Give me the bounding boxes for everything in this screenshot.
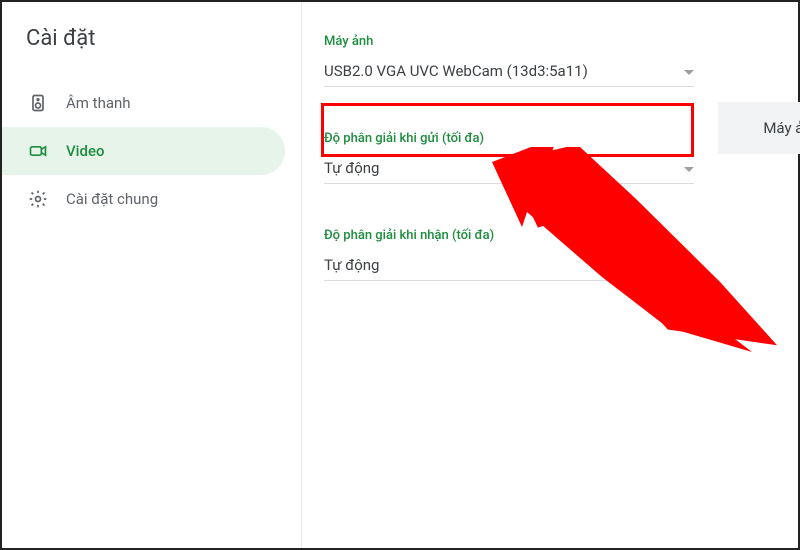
camera-setting: Máy ảnh USB2.0 VGA UVC WebCam (13d3:5a11… — [324, 34, 694, 87]
camera-dropdown[interactable]: USB2.0 VGA UVC WebCam (13d3:5a11) — [324, 55, 694, 87]
receive-resolution-dropdown[interactable]: Tự động — [324, 249, 694, 281]
sidebar: Cài đặt Âm thanh Video — [2, 2, 302, 548]
sidebar-title: Cài đặt — [2, 26, 301, 79]
sidebar-item-label: Video — [66, 142, 105, 160]
preview-label: Máy ảnh đ — [763, 119, 800, 137]
main-content: Máy ảnh USB2.0 VGA UVC WebCam (13d3:5a11… — [302, 2, 798, 548]
receive-resolution-setting: Độ phân giải khi nhận (tối đa) Tự động — [324, 228, 694, 281]
send-resolution-setting: Độ phân giải khi gửi (tối đa) Tự động — [324, 131, 694, 184]
sidebar-item-label: Cài đặt chung — [66, 190, 158, 208]
send-resolution-value: Tự động — [324, 159, 379, 177]
gear-icon — [26, 187, 50, 211]
chevron-down-icon — [684, 158, 694, 177]
sidebar-item-general[interactable]: Cài đặt chung — [2, 175, 285, 223]
chevron-down-icon — [684, 61, 694, 80]
sidebar-item-video[interactable]: Video — [2, 127, 285, 175]
video-icon — [26, 139, 50, 163]
chevron-down-icon — [684, 255, 694, 274]
receive-resolution-label: Độ phân giải khi nhận (tối đa) — [324, 228, 694, 243]
camera-label: Máy ảnh — [324, 34, 694, 49]
receive-resolution-value: Tự động — [324, 256, 379, 274]
send-resolution-label: Độ phân giải khi gửi (tối đa) — [324, 131, 694, 146]
camera-preview-panel: Máy ảnh đ — [718, 102, 800, 154]
sidebar-item-audio[interactable]: Âm thanh — [2, 79, 285, 127]
sidebar-item-label: Âm thanh — [66, 94, 131, 112]
send-resolution-dropdown[interactable]: Tự động — [324, 152, 694, 184]
camera-value: USB2.0 VGA UVC WebCam (13d3:5a11) — [324, 62, 588, 80]
speaker-icon — [26, 91, 50, 115]
